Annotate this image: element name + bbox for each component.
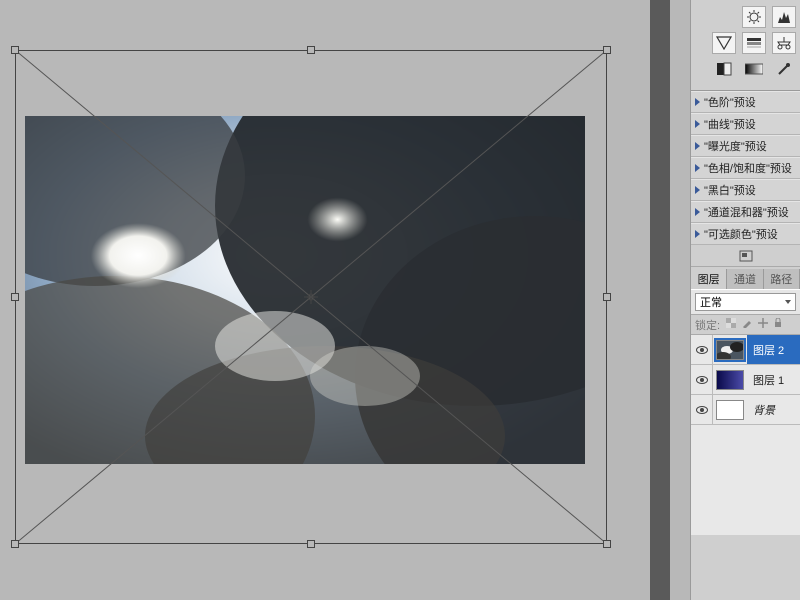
expand-arrow-icon bbox=[695, 98, 700, 106]
expand-arrow-icon bbox=[695, 142, 700, 150]
preset-label: "色阶"预设 bbox=[704, 94, 756, 110]
preset-levels[interactable]: "色阶"预设 bbox=[691, 91, 800, 113]
levels-icon[interactable] bbox=[772, 6, 796, 28]
invert-icon[interactable] bbox=[712, 58, 736, 80]
adjustments-icon-grid bbox=[691, 0, 800, 84]
preset-selective-color[interactable]: "可选颜色"预设 bbox=[691, 223, 800, 245]
hue-saturation-icon[interactable] bbox=[742, 32, 766, 54]
transform-handle-se[interactable] bbox=[603, 540, 611, 548]
layers-panel: 图层 通道 路径 正常 锁定: 图层 2 bbox=[691, 269, 800, 535]
expand-arrow-icon bbox=[695, 120, 700, 128]
vibrance-icon[interactable] bbox=[712, 32, 736, 54]
eye-icon bbox=[696, 376, 708, 384]
layer-thumbnail[interactable] bbox=[713, 335, 747, 364]
layer-name[interactable]: 图层 2 bbox=[747, 335, 800, 364]
lock-row: 锁定: bbox=[691, 315, 800, 335]
transform-handle-s[interactable] bbox=[307, 540, 315, 548]
visibility-toggle[interactable] bbox=[691, 395, 713, 424]
preset-label: "曲线"预设 bbox=[704, 116, 756, 132]
tab-channels[interactable]: 通道 bbox=[727, 269, 763, 289]
transform-handle-e[interactable] bbox=[603, 293, 611, 301]
eye-icon bbox=[696, 346, 708, 354]
preset-label: "曝光度"预设 bbox=[704, 138, 767, 154]
preset-channel-mixer[interactable]: "通道混和器"预设 bbox=[691, 201, 800, 223]
preset-hue-sat[interactable]: "色相/饱和度"预设 bbox=[691, 157, 800, 179]
layer-row-2[interactable]: 图层 2 bbox=[691, 335, 800, 365]
lock-pixels-icon[interactable] bbox=[742, 318, 752, 331]
layer-thumbnail[interactable] bbox=[713, 365, 747, 394]
transform-handle-nw[interactable] bbox=[11, 46, 19, 54]
expand-arrow-icon bbox=[695, 186, 700, 194]
preset-bw[interactable]: "黑白"预设 bbox=[691, 179, 800, 201]
preset-label: "黑白"预设 bbox=[704, 182, 756, 198]
layer-row-1[interactable]: 图层 1 bbox=[691, 365, 800, 395]
lock-all-icon[interactable] bbox=[774, 318, 782, 331]
lock-position-icon[interactable] bbox=[758, 318, 768, 331]
tab-paths[interactable]: 路径 bbox=[764, 269, 800, 289]
free-transform-box[interactable] bbox=[15, 50, 607, 544]
transform-handle-w[interactable] bbox=[11, 293, 19, 301]
selective-color-icon[interactable] bbox=[772, 58, 796, 80]
tab-layers[interactable]: 图层 bbox=[691, 269, 727, 289]
preset-label: "可选颜色"预设 bbox=[704, 226, 778, 242]
lock-label: 锁定: bbox=[695, 317, 720, 333]
visibility-toggle[interactable] bbox=[691, 335, 713, 364]
transform-handle-n[interactable] bbox=[307, 46, 315, 54]
preset-curves[interactable]: "曲线"预设 bbox=[691, 113, 800, 135]
blend-mode-row: 正常 bbox=[691, 289, 800, 315]
layer-list-empty-area bbox=[691, 425, 800, 535]
brightness-contrast-icon[interactable] bbox=[742, 6, 766, 28]
layer-name[interactable]: 背景 bbox=[747, 395, 800, 424]
preset-label: "通道混和器"预设 bbox=[704, 204, 789, 220]
canvas-area bbox=[0, 0, 615, 600]
right-panel: "色阶"预设 "曲线"预设 "曝光度"预设 "色相/饱和度"预设 "黑白"预设 … bbox=[690, 0, 800, 600]
panel-footer-icon[interactable] bbox=[691, 245, 800, 267]
layer-list: 图层 2 图层 1 背景 bbox=[691, 335, 800, 535]
eye-icon bbox=[696, 406, 708, 414]
panel-gutter bbox=[650, 0, 670, 600]
preset-label: "色相/饱和度"预设 bbox=[704, 160, 792, 176]
color-balance-icon[interactable] bbox=[772, 32, 796, 54]
expand-arrow-icon bbox=[695, 230, 700, 238]
lock-transparent-icon[interactable] bbox=[726, 318, 736, 331]
gradient-map-icon[interactable] bbox=[742, 58, 766, 80]
expand-arrow-icon bbox=[695, 164, 700, 172]
transform-handle-ne[interactable] bbox=[603, 46, 611, 54]
layer-row-background[interactable]: 背景 bbox=[691, 395, 800, 425]
preset-list: "色阶"预设 "曲线"预设 "曝光度"预设 "色相/饱和度"预设 "黑白"预设 … bbox=[691, 90, 800, 245]
layer-name[interactable]: 图层 1 bbox=[747, 365, 800, 394]
visibility-toggle[interactable] bbox=[691, 365, 713, 394]
blend-mode-select[interactable]: 正常 bbox=[695, 293, 796, 311]
transform-handle-sw[interactable] bbox=[11, 540, 19, 548]
blend-mode-value: 正常 bbox=[700, 294, 722, 310]
preset-exposure[interactable]: "曝光度"预设 bbox=[691, 135, 800, 157]
transform-border bbox=[15, 50, 607, 544]
expand-arrow-icon bbox=[695, 208, 700, 216]
layer-thumbnail[interactable] bbox=[713, 395, 747, 424]
panel-tabs: 图层 通道 路径 bbox=[691, 269, 800, 289]
